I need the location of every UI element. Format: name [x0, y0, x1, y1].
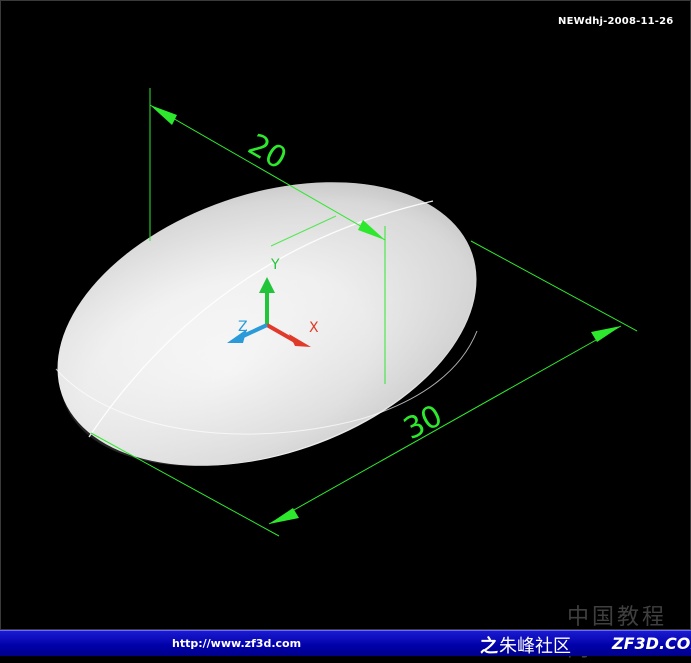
axis-label-y: Y: [270, 257, 280, 273]
extension-line: [470, 240, 638, 332]
footer-banner: http://www.zf3d.com 之朱峰社区 ZF3D.COM: [0, 630, 691, 658]
footer-brand: 之朱峰社区: [480, 632, 571, 658]
author-date-stamp: NEWdhj-2008-11-26: [558, 16, 674, 27]
arrowhead: [269, 508, 299, 524]
zhi-logo-icon: 之: [480, 636, 498, 657]
axis-label-x: X: [309, 320, 319, 336]
footer-domain: ZF3D.COM: [612, 634, 691, 653]
model-scene: 20 30 Y X Z: [55, 88, 638, 537]
footer-url-link[interactable]: http://www.zf3d.com: [172, 637, 301, 650]
footer-brand-name: 朱峰社区: [499, 636, 571, 657]
cad-viewport[interactable]: 20 30 Y X Z NEWdhj-2008-11-26 中国教程网: [0, 0, 691, 662]
arrowhead: [591, 326, 621, 342]
dimension-label: 30: [398, 398, 448, 447]
arrowhead: [150, 105, 177, 125]
axis-label-z: Z: [238, 319, 248, 335]
dimension-label: 20: [242, 127, 293, 176]
